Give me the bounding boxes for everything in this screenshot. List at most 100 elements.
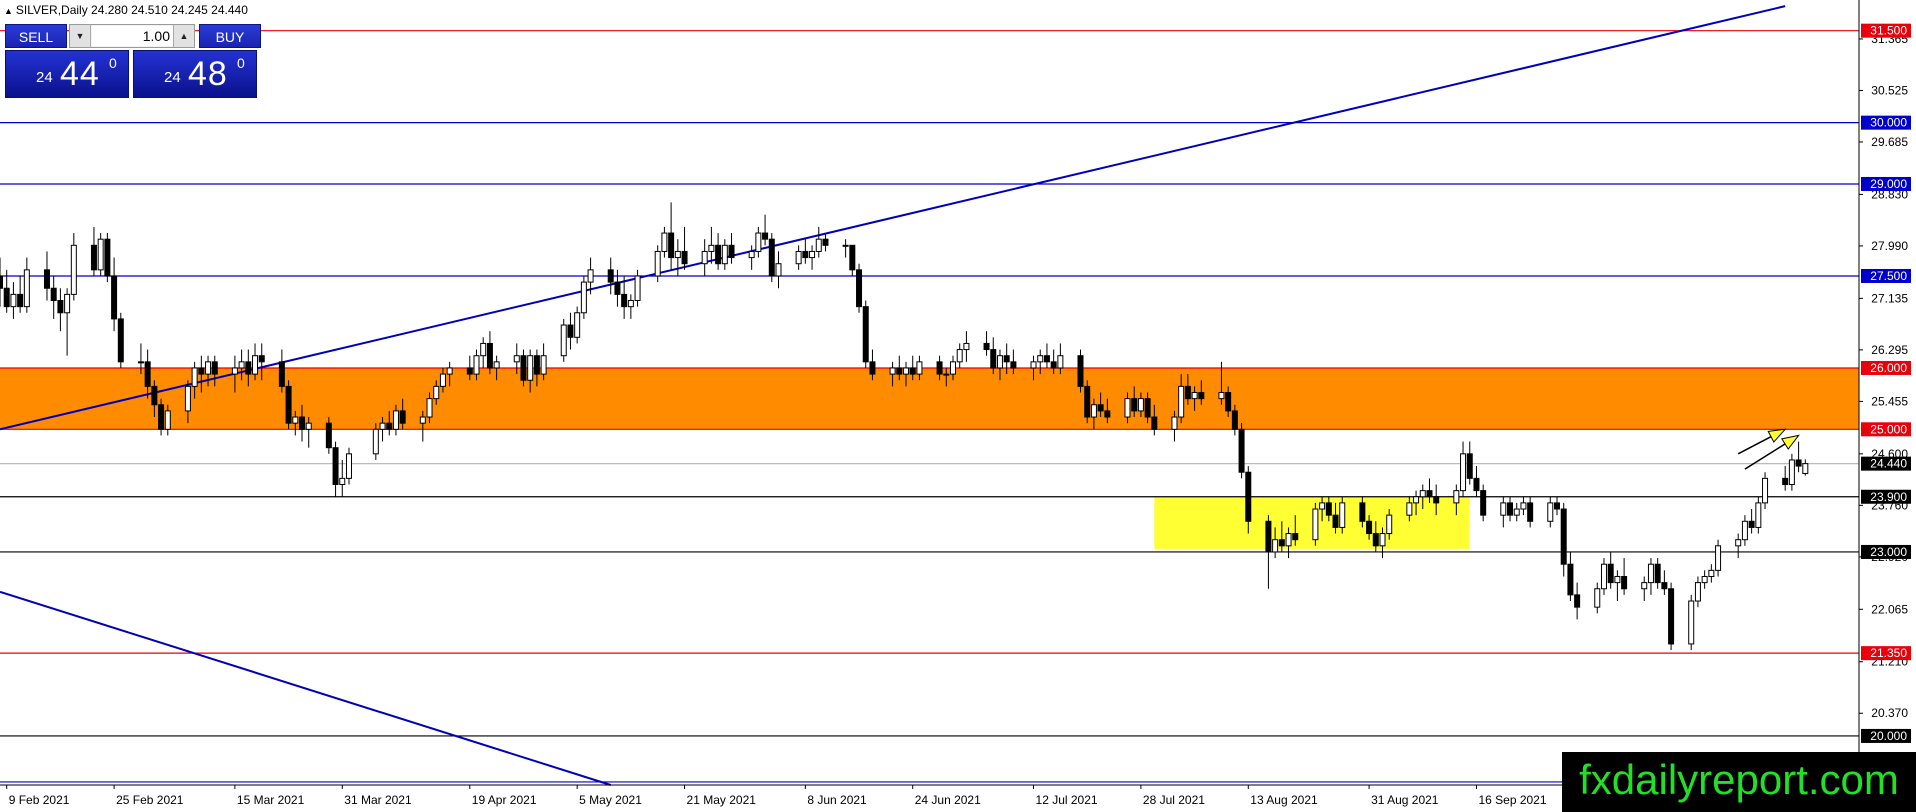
- time-tick-label: 24 Jun 2021: [915, 793, 981, 807]
- candle-body: [674, 250, 681, 259]
- candle-body: [1090, 404, 1097, 418]
- lot-dropdown-icon[interactable]: ▼: [70, 25, 91, 47]
- buy-price-digits: 48: [188, 55, 228, 93]
- candle-body: [755, 232, 762, 252]
- candle-body: [1319, 502, 1326, 510]
- candle-body: [164, 410, 171, 430]
- candle-body: [1553, 502, 1560, 510]
- candle-body: [1238, 428, 1245, 473]
- time-tick-label: 16 Sep 2021: [1478, 793, 1546, 807]
- candle-body: [668, 232, 675, 259]
- candle-body: [1507, 502, 1514, 516]
- candle-body: [1278, 539, 1285, 547]
- candle-body: [990, 349, 997, 369]
- time-tick-label: 13 Aug 2021: [1250, 793, 1318, 807]
- price-level-text: 23.900: [1870, 490, 1907, 504]
- candle-body: [64, 293, 71, 314]
- candle-body: [57, 300, 64, 314]
- candle-body: [1795, 459, 1802, 467]
- candle-body: [1614, 575, 1621, 584]
- price-tick-label: 27.990: [1871, 239, 1908, 253]
- sell-button[interactable]: SELL: [5, 24, 67, 48]
- price-level-text: 25.000: [1870, 422, 1907, 436]
- candle-body: [627, 300, 634, 308]
- candle-body: [43, 269, 50, 289]
- candle-body: [1325, 502, 1332, 516]
- candle-body: [721, 244, 728, 265]
- candle-body: [996, 355, 1003, 369]
- candle-body: [1701, 575, 1708, 584]
- price-chart[interactable]: 31.36530.52529.68528.83027.99027.13526.2…: [0, 0, 1916, 812]
- lot-size-input[interactable]: [92, 26, 174, 46]
- price-tick-label: 26.295: [1871, 343, 1908, 357]
- price-level-text: 26.000: [1870, 361, 1907, 375]
- candle-body: [527, 355, 534, 381]
- time-tick-label: 5 May 2021: [579, 793, 642, 807]
- candle-body: [1037, 355, 1044, 363]
- sell-price-prefix: 24: [36, 69, 53, 86]
- candle-body: [1198, 392, 1205, 400]
- candle-body: [191, 367, 198, 387]
- candle-body: [715, 244, 722, 265]
- candle-body: [1151, 416, 1158, 430]
- candle-body: [1668, 588, 1675, 645]
- candle-body: [473, 355, 480, 375]
- candle-body: [1782, 477, 1789, 485]
- price-tick-label: 22.065: [1871, 602, 1908, 616]
- candle-body: [292, 416, 299, 424]
- candle-body: [1460, 453, 1467, 492]
- candle-body: [1788, 459, 1795, 485]
- candle: [285, 380, 292, 430]
- candle-body: [1406, 502, 1413, 516]
- price-level-label: 25.000: [1861, 422, 1911, 437]
- buy-price-prefix: 24: [164, 69, 181, 86]
- price-level-text: 27.500: [1870, 269, 1907, 283]
- candle-body: [1010, 361, 1017, 369]
- candle-body: [1453, 490, 1460, 504]
- sell-price-quote[interactable]: 24 44 0: [5, 50, 129, 98]
- buy-price-quote[interactable]: 24 48 0: [133, 50, 257, 98]
- candle-body: [252, 355, 259, 375]
- candle-body: [1473, 477, 1480, 492]
- candle-body: [936, 361, 943, 375]
- candle-body: [137, 361, 144, 364]
- candle-body: [0, 275, 3, 289]
- candle-body: [1500, 502, 1507, 516]
- price-level-label: 20.000: [1861, 728, 1911, 743]
- candle-body: [1715, 545, 1722, 571]
- candle-body: [856, 269, 863, 308]
- candle: [104, 233, 111, 283]
- candle-body: [90, 244, 97, 271]
- candle-body: [1050, 361, 1057, 369]
- candle-body: [184, 385, 191, 412]
- candle-body: [1426, 490, 1433, 498]
- lot-increase-icon[interactable]: ▲: [173, 25, 194, 47]
- price-level-label: 31.500: [1861, 23, 1911, 38]
- price-level-text: 23.000: [1870, 545, 1907, 559]
- time-tick-label: 12 Jul 2021: [1036, 793, 1098, 807]
- candle-body: [634, 275, 641, 302]
- candle: [856, 263, 863, 313]
- candle-body: [822, 238, 829, 246]
- buy-button[interactable]: BUY: [199, 24, 261, 48]
- candle-body: [775, 263, 782, 277]
- candle-body: [1171, 416, 1178, 430]
- candle-body: [1104, 410, 1111, 418]
- price-level-text: 24.440: [1870, 457, 1907, 471]
- candle-body: [1366, 520, 1373, 535]
- candle-body: [379, 422, 386, 430]
- one-click-trading-panel: SELL ▼ ▲ BUY 24 44 0 24 48 0: [5, 24, 261, 98]
- candle-body: [889, 367, 896, 375]
- candle-body: [299, 416, 306, 430]
- sell-price-digits: 44: [60, 55, 100, 93]
- candle-body: [654, 250, 661, 277]
- candle-body: [621, 293, 628, 308]
- candle-body: [238, 361, 245, 369]
- candle-body: [1097, 404, 1104, 412]
- candle-body: [1137, 398, 1144, 412]
- candle-body: [97, 238, 104, 271]
- candle-body: [1124, 398, 1131, 418]
- candle-body: [916, 361, 923, 375]
- candle-body: [1433, 496, 1440, 504]
- candle-body: [1003, 355, 1010, 363]
